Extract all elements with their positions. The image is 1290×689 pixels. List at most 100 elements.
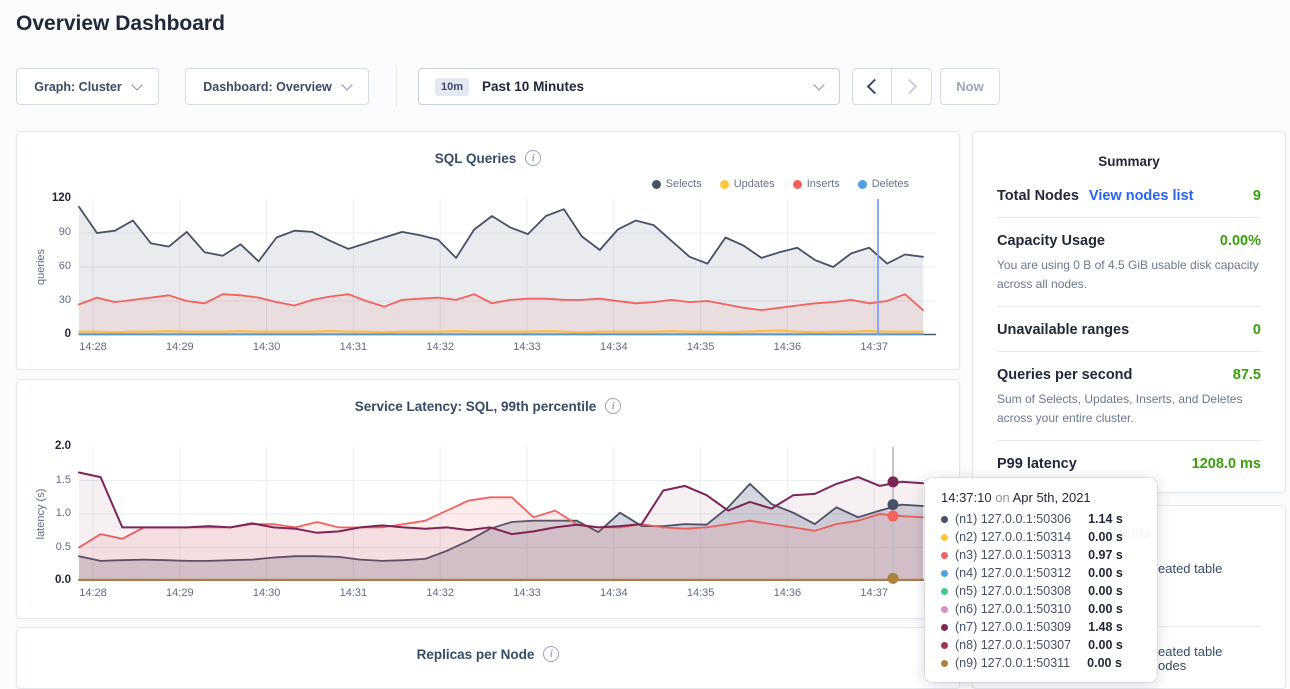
summary-label: Queries per second bbox=[997, 367, 1132, 383]
time-step-buttons bbox=[852, 68, 932, 105]
info-icon[interactable]: i bbox=[543, 646, 559, 662]
legend-dot-icon bbox=[858, 180, 867, 189]
chart-title-replicas-per-node: Replicas per Node bbox=[417, 647, 535, 662]
chart-title-service-latency: Service Latency: SQL, 99th percentile bbox=[355, 399, 597, 414]
tooltip-node-row: (n2) 127.0.0.1:503140.00 s bbox=[941, 528, 1141, 546]
summary-row: Capacity Usage0.00%You are using 0 B of … bbox=[997, 218, 1261, 307]
y-tick-label: 60 bbox=[29, 260, 71, 272]
tooltip-node-row: (n8) 127.0.0.1:503070.00 s bbox=[941, 636, 1141, 654]
replicas-per-node-chart-card: Replicas per Node i bbox=[16, 627, 960, 689]
overview-dashboard-page: Overview Dashboard Graph: Cluster Dashbo… bbox=[0, 0, 1290, 689]
summary-value: 87.5 bbox=[1233, 367, 1261, 383]
tooltip-node-value: 0.00 s bbox=[1088, 600, 1123, 618]
series-dot-icon bbox=[941, 516, 948, 523]
nodes-list-link[interactable]: View nodes list bbox=[1089, 188, 1194, 204]
tooltip-node-value: 0.00 s bbox=[1088, 564, 1123, 582]
summary-label: Capacity Usage bbox=[997, 233, 1105, 249]
legend-label: Updates bbox=[734, 178, 775, 190]
legend-item-updates[interactable]: Updates bbox=[720, 178, 775, 190]
tooltip-node-row: (n6) 127.0.0.1:50310 0.00 s bbox=[941, 600, 1141, 618]
graph-dropdown-label: Graph: Cluster bbox=[34, 80, 122, 94]
summary-title: Summary bbox=[973, 132, 1285, 169]
x-tick-label: 14:30 bbox=[245, 341, 289, 353]
graph-dropdown[interactable]: Graph: Cluster bbox=[16, 68, 159, 105]
chart-title-sql-queries: SQL Queries bbox=[435, 151, 517, 166]
toolbar-divider bbox=[396, 66, 397, 107]
summary-row-header: P99 latency1208.0 ms bbox=[997, 456, 1261, 472]
event-item-text-fragment: eated table bbox=[1158, 561, 1222, 576]
y-tick-label: 0.0 bbox=[29, 574, 71, 586]
info-icon[interactable]: i bbox=[605, 398, 621, 414]
x-tick-label: 14:29 bbox=[158, 341, 202, 353]
legend-item-deletes[interactable]: Deletes bbox=[858, 178, 909, 190]
service-latency-plot[interactable] bbox=[79, 447, 936, 581]
series-dot-icon bbox=[941, 642, 948, 649]
event-item-text-fragment: odes bbox=[1158, 658, 1186, 673]
tooltip-node-row: (n9) 127.0.0.1:503110.00 s bbox=[941, 654, 1141, 672]
x-tick-label: 14:28 bbox=[71, 587, 115, 599]
tooltip-node-address: (n5) 127.0.0.1:50308 bbox=[955, 582, 1071, 600]
summary-panel: Summary Total NodesView nodes list9Capac… bbox=[972, 131, 1286, 493]
tooltip-node-address: (n4) 127.0.0.1:50312 bbox=[955, 564, 1071, 582]
page-title: Overview Dashboard bbox=[16, 12, 225, 36]
y-tick-label: 0.5 bbox=[29, 541, 71, 553]
x-tick-label: 14:36 bbox=[765, 341, 809, 353]
tooltip-node-row: (n4) 127.0.0.1:50312 0.00 s bbox=[941, 564, 1141, 582]
legend-label: Selects bbox=[666, 178, 702, 190]
time-window-selector[interactable]: 10m Past 10 Minutes bbox=[418, 68, 840, 105]
tooltip-node-value: 0.00 s bbox=[1087, 654, 1122, 672]
x-tick-label: 14:29 bbox=[158, 587, 202, 599]
series-dot-icon bbox=[941, 552, 948, 559]
tooltip-node-row: (n3) 127.0.0.1:503130.97 s bbox=[941, 546, 1141, 564]
x-tick-label: 14:31 bbox=[331, 587, 375, 599]
info-icon[interactable]: i bbox=[525, 150, 541, 166]
chevron-down-icon bbox=[131, 79, 142, 90]
time-next-button[interactable] bbox=[892, 68, 932, 105]
time-window-label: Past 10 Minutes bbox=[482, 79, 584, 94]
summary-row: Unavailable ranges 0 bbox=[997, 307, 1261, 352]
legend-item-selects[interactable]: Selects bbox=[652, 178, 702, 190]
dashboard-dropdown-label: Dashboard: Overview bbox=[203, 80, 332, 94]
series-dot-icon bbox=[941, 534, 948, 541]
legend-item-inserts[interactable]: Inserts bbox=[793, 178, 840, 190]
chevron-left-icon bbox=[866, 79, 882, 95]
legend-label: Inserts bbox=[807, 178, 840, 190]
summary-row-header: Capacity Usage0.00% bbox=[997, 233, 1261, 249]
service-latency-chart-card: Service Latency: SQL, 99th percentile i … bbox=[16, 379, 960, 619]
series-dot-icon bbox=[941, 624, 948, 631]
summary-row-header: Total NodesView nodes list9 bbox=[997, 188, 1261, 204]
tooltip-node-value: 0.00 s bbox=[1088, 636, 1123, 654]
dashboard-dropdown[interactable]: Dashboard: Overview bbox=[185, 68, 369, 105]
summary-row-header: Unavailable ranges 0 bbox=[997, 322, 1261, 338]
tooltip-node-row: (n7) 127.0.0.1:503091.48 s bbox=[941, 618, 1141, 636]
summary-label: Total Nodes bbox=[997, 188, 1079, 204]
y-tick-label: 1.0 bbox=[29, 507, 71, 519]
tooltip-node-value: 1.14 s bbox=[1088, 510, 1123, 528]
x-tick-label: 14:35 bbox=[679, 587, 723, 599]
x-tick-label: 14:33 bbox=[505, 587, 549, 599]
chart-hover-tooltip: 14:37:10 on Apr 5th, 2021 (n1) 127.0.0.1… bbox=[925, 478, 1157, 682]
summary-row: Queries per second87.5Sum of Selects, Up… bbox=[997, 352, 1261, 441]
x-tick-label: 14:34 bbox=[592, 587, 636, 599]
summary-value: 0 bbox=[1253, 322, 1261, 338]
legend-dot-icon bbox=[720, 180, 729, 189]
chevron-right-icon bbox=[902, 79, 918, 95]
sql-queries-plot[interactable] bbox=[79, 199, 936, 335]
tooltip-node-value: 0.00 s bbox=[1088, 528, 1123, 546]
tooltip-node-address: (n6) 127.0.0.1:50310 bbox=[955, 600, 1071, 618]
tooltip-node-address: (n7) 127.0.0.1:50309 bbox=[955, 618, 1071, 636]
tooltip-node-address: (n1) 127.0.0.1:50306 bbox=[955, 510, 1071, 528]
sql-queries-chart-card: SQL Queries i Selects Updates Inserts Delet… bbox=[16, 131, 960, 370]
x-tick-label: 14:37 bbox=[852, 587, 896, 599]
x-tick-label: 14:32 bbox=[418, 587, 462, 599]
legend-dot-icon bbox=[793, 180, 802, 189]
summary-label: Unavailable ranges bbox=[997, 322, 1129, 338]
tooltip-node-value: 0.97 s bbox=[1088, 546, 1123, 564]
tooltip-node-row: (n1) 127.0.0.1:50306 1.14 s bbox=[941, 510, 1141, 528]
now-button[interactable]: Now bbox=[940, 68, 1000, 105]
y-tick-label: 1.5 bbox=[29, 474, 71, 486]
sql-queries-legend: Selects Updates Inserts Deletes bbox=[652, 178, 909, 190]
time-prev-button[interactable] bbox=[852, 68, 892, 105]
x-tick-label: 14:34 bbox=[592, 341, 636, 353]
y-tick-label: 30 bbox=[29, 294, 71, 306]
